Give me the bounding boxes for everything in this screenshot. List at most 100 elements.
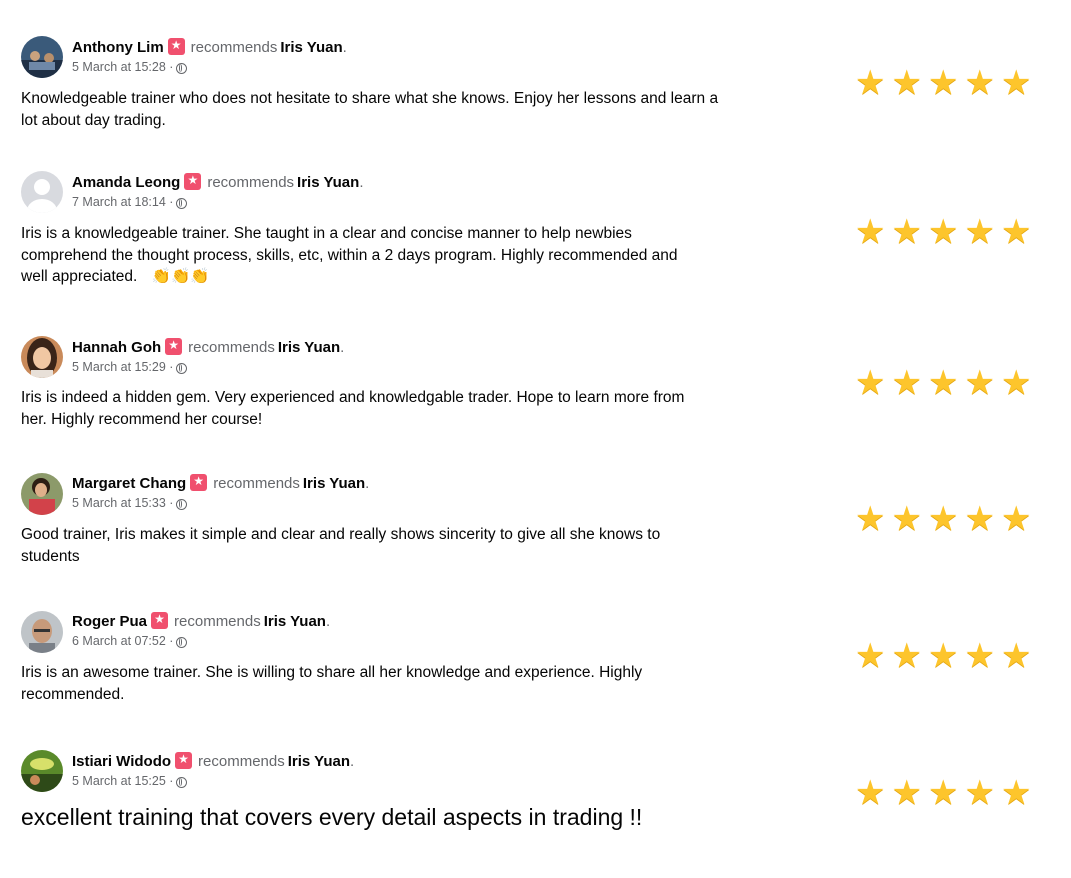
- rating-star-icon: ★: [964, 637, 997, 675]
- avatar[interactable]: [21, 171, 63, 213]
- public-globe-icon: [176, 198, 188, 209]
- review-text-block: Iris is a knowledgeable trainer. She tau…: [21, 223, 701, 288]
- review-header: Amanda Leong recommendsIris Yuan.: [72, 172, 364, 192]
- rating-star-icon: ★: [928, 213, 961, 251]
- rating-star-icon: ★: [855, 774, 888, 812]
- public-globe-icon: [176, 363, 188, 374]
- recommends-label: recommends: [188, 339, 275, 356]
- rating-star-icon: ★: [1001, 364, 1034, 402]
- reviewer-name[interactable]: Hannah Goh: [72, 339, 161, 356]
- review-header: Margaret Chang recommendsIris Yuan.: [72, 473, 370, 493]
- reviewer-name[interactable]: Istiari Widodo: [72, 753, 171, 770]
- recommendation-star-badge-icon: [175, 751, 193, 769]
- rating-star-icon: ★: [1001, 637, 1034, 675]
- review-meta: 5 March at 15:28 ·: [72, 60, 188, 75]
- rating-star-icon: ★: [1001, 64, 1034, 102]
- avatar[interactable]: [21, 611, 63, 653]
- review-date[interactable]: 5 March at 15:33: [72, 496, 166, 510]
- review-header: Hannah Goh recommendsIris Yuan.: [72, 337, 345, 357]
- rating-star-icon: ★: [928, 774, 961, 812]
- reviewer-name[interactable]: Margaret Chang: [72, 475, 186, 492]
- reviewer-name[interactable]: Roger Pua: [72, 613, 147, 630]
- rating-star-icon: ★: [928, 637, 961, 675]
- rating-star-icon: ★: [1001, 500, 1034, 538]
- meta-separator: ·: [169, 496, 174, 510]
- review-text: Iris is a knowledgeable trainer. She tau…: [21, 225, 678, 285]
- period: .: [359, 174, 364, 191]
- rating-star-icon: ★: [855, 364, 888, 402]
- rating-star-icon: ★: [1001, 774, 1034, 812]
- recommended-page-name[interactable]: Iris Yuan: [297, 174, 359, 191]
- review-meta: 7 March at 18:14 ·: [72, 195, 188, 210]
- recommends-label: recommends: [174, 613, 261, 630]
- recommended-page-name[interactable]: Iris Yuan: [278, 339, 340, 356]
- rating-star-icon: ★: [891, 364, 924, 402]
- recommends-label: recommends: [198, 753, 285, 770]
- review-text: Iris is indeed a hidden gem. Very experi…: [21, 389, 685, 428]
- recommendation-star-badge-icon: [184, 172, 202, 190]
- rating-stars: ★ ★ ★ ★ ★: [853, 639, 1036, 673]
- review-date[interactable]: 5 March at 15:29: [72, 360, 166, 374]
- recommended-page-name[interactable]: Iris Yuan: [264, 613, 326, 630]
- reviewer-name[interactable]: Anthony Lim: [72, 39, 164, 56]
- recommended-page-name[interactable]: Iris Yuan: [280, 39, 342, 56]
- reviewer-name[interactable]: Amanda Leong: [72, 174, 180, 191]
- rating-stars: ★ ★ ★ ★ ★: [853, 66, 1036, 100]
- review-date[interactable]: 5 March at 15:28: [72, 60, 166, 74]
- rating-star-icon: ★: [891, 500, 924, 538]
- public-globe-icon: [176, 63, 188, 74]
- rating-star-icon: ★: [928, 64, 961, 102]
- recommendation-star-badge-icon: [165, 337, 183, 355]
- recommended-page-name[interactable]: Iris Yuan: [303, 475, 365, 492]
- meta-separator: ·: [169, 360, 174, 374]
- rating-star-icon: ★: [855, 64, 888, 102]
- recommends-label: recommends: [207, 174, 295, 191]
- rating-star-icon: ★: [964, 213, 997, 251]
- meta-separator: ·: [169, 774, 174, 788]
- avatar[interactable]: [21, 36, 63, 78]
- recommended-page-name[interactable]: Iris Yuan: [288, 753, 350, 770]
- rating-star-icon: ★: [928, 364, 961, 402]
- meta-separator: ·: [169, 60, 174, 74]
- recommendation-star-badge-icon: [167, 37, 185, 55]
- review-date[interactable]: 7 March at 18:14: [72, 195, 166, 209]
- review-header: Roger Pua recommendsIris Yuan.: [72, 611, 331, 631]
- rating-star-icon: ★: [964, 64, 997, 102]
- rating-stars: ★ ★ ★ ★ ★: [853, 502, 1036, 536]
- rating-star-icon: ★: [855, 500, 888, 538]
- meta-separator: ·: [169, 634, 174, 648]
- rating-star-icon: ★: [964, 774, 997, 812]
- public-globe-icon: [176, 777, 188, 788]
- recommends-label: recommends: [190, 39, 278, 56]
- period: .: [325, 613, 331, 630]
- rating-star-icon: ★: [964, 500, 997, 538]
- public-globe-icon: [176, 637, 188, 648]
- period: .: [350, 753, 355, 770]
- rating-star-icon: ★: [891, 213, 924, 251]
- rating-star-icon: ★: [891, 637, 924, 675]
- review-date[interactable]: 5 March at 15:25: [72, 774, 166, 788]
- rating-star-icon: ★: [1001, 213, 1034, 251]
- rating-star-icon: ★: [891, 64, 924, 102]
- rating-star-icon: ★: [964, 364, 997, 402]
- review-meta: 6 March at 07:52 ·: [72, 634, 188, 649]
- rating-stars: ★ ★ ★ ★ ★: [853, 215, 1036, 249]
- rating-stars: ★ ★ ★ ★ ★: [853, 366, 1036, 400]
- review-meta: 5 March at 15:33 ·: [72, 496, 188, 511]
- period: .: [365, 475, 370, 492]
- review-header: Istiari Widodo recommendsIris Yuan.: [72, 751, 355, 771]
- recommends-label: recommends: [213, 475, 300, 492]
- review-text: Good trainer, Iris makes it simple and c…: [21, 526, 661, 565]
- avatar[interactable]: [21, 336, 63, 378]
- review-text: Knowledgeable trainer who does not hesit…: [21, 90, 719, 129]
- period: .: [340, 339, 345, 356]
- recommendation-star-badge-icon: [190, 473, 208, 491]
- rating-stars: ★ ★ ★ ★ ★: [853, 776, 1036, 810]
- avatar[interactable]: [21, 473, 63, 515]
- review-text: Iris is an awesome trainer. She is willi…: [21, 664, 643, 703]
- avatar[interactable]: [21, 750, 63, 792]
- review-meta: 5 March at 15:25 ·: [72, 774, 188, 789]
- period: .: [342, 39, 347, 56]
- review-date[interactable]: 6 March at 07:52: [72, 634, 166, 648]
- rating-star-icon: ★: [891, 774, 924, 812]
